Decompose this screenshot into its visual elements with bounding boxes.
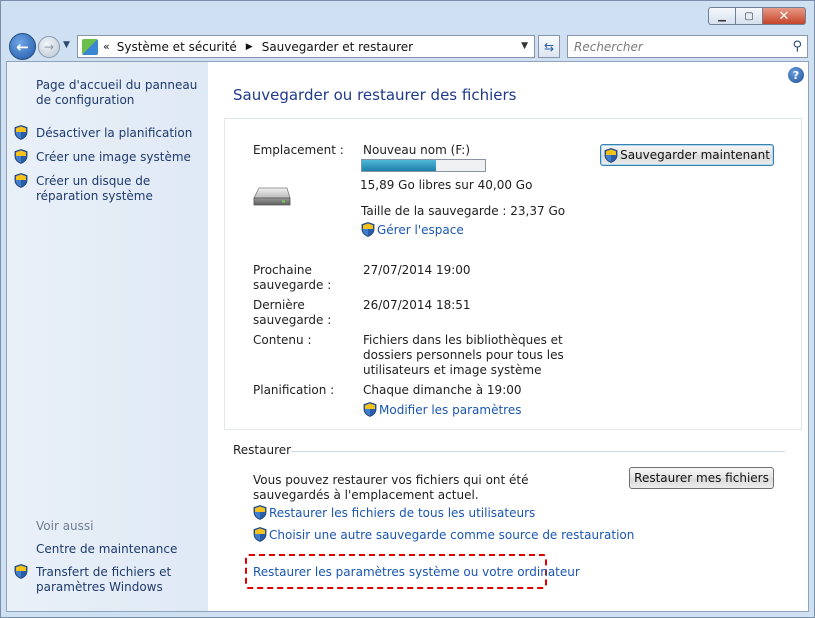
- backup-now-button[interactable]: Sauvegarder maintenant: [600, 144, 774, 166]
- close-icon: ✕: [778, 8, 790, 24]
- page-title: Sauvegarder ou restaurer des fichiers: [233, 86, 517, 104]
- shield-icon: [14, 149, 28, 164]
- address-dropdown-icon[interactable]: ▼: [521, 41, 528, 51]
- restore-description: Vous pouvez restaurer vos fichiers qui o…: [253, 473, 529, 502]
- last-backup-value: 26/07/2014 18:51: [363, 298, 471, 312]
- manage-space-link[interactable]: Gérer l'espace: [377, 223, 464, 238]
- shield-icon: [253, 505, 267, 520]
- search-input[interactable]: Rechercher ⚲: [567, 35, 808, 58]
- main-panel: ? Sauvegarder ou restaurer des fichiers …: [208, 62, 808, 611]
- restore-my-files-label: Restaurer mes fichiers: [634, 471, 769, 485]
- shield-icon: [253, 527, 267, 542]
- contents-label: Contenu :: [253, 333, 312, 347]
- contents-value: Fichiers dans les bibliothèques et dossi…: [363, 333, 564, 377]
- breadcrumb-backup-restore[interactable]: Sauvegarder et restaurer: [262, 40, 413, 54]
- restore-section-divider: [291, 451, 785, 452]
- change-settings-link[interactable]: Modifier les paramètres: [379, 403, 521, 418]
- sidebar-item-action-center[interactable]: Centre de maintenance: [36, 542, 177, 557]
- overflow-chevron-icon[interactable]: «: [103, 40, 110, 53]
- location-value: Nouveau nom (F:): [363, 143, 471, 157]
- schedule-label: Planification :: [253, 383, 335, 397]
- last-backup-label: Dernière sauvegarde :: [253, 298, 332, 327]
- search-placeholder: Rechercher: [574, 39, 643, 54]
- restore-all-users-link[interactable]: Restaurer les fichiers de tous les utili…: [269, 506, 535, 521]
- arrow-left-icon: ←: [16, 37, 29, 56]
- schedule-value: Chaque dimanche à 19:00: [363, 383, 522, 397]
- maximize-button[interactable]: ▢: [735, 7, 762, 25]
- free-space-text: 15,89 Go libres sur 40,00 Go: [360, 178, 533, 192]
- sidebar-item-create-repair-disc[interactable]: Créer un disque de réparation système: [36, 174, 201, 204]
- see-also-heading: Voir aussi: [36, 519, 94, 533]
- shield-icon: [14, 173, 28, 188]
- sidebar-item-create-system-image[interactable]: Créer une image système: [36, 150, 191, 165]
- control-panel-icon: [82, 38, 98, 55]
- close-button[interactable]: ✕: [762, 7, 806, 25]
- address-bar[interactable]: « Système et sécurité ▶ Sauvegarder et r…: [77, 35, 535, 58]
- breadcrumb-system-security[interactable]: Système et sécurité: [117, 40, 237, 54]
- restore-my-files-button[interactable]: Restaurer mes fichiers: [629, 467, 774, 489]
- sidebar-item-windows-easy-transfer[interactable]: Transfert de fichiers et paramètres Wind…: [36, 565, 186, 595]
- refresh-icon: ⇆: [543, 39, 555, 54]
- sidebar: Page d'accueil du panneau de configurati…: [7, 62, 208, 611]
- navigation-bar: ← → ▼ « Système et sécurité ▶ Sauvegarde…: [1, 32, 814, 60]
- window: ▁ ▢ ✕ ← → ▼ « Système et sécurité ▶ Sauv…: [0, 0, 815, 618]
- shield-icon: [604, 147, 618, 163]
- disk-usage-bar: [361, 159, 486, 172]
- backup-size-text: Taille de la sauvegarde : 23,37 Go: [361, 204, 566, 218]
- choose-other-backup-link[interactable]: Choisir une autre sauvegarde comme sourc…: [269, 528, 634, 543]
- chevron-down-icon: ▼: [63, 40, 70, 50]
- sidebar-item-disable-schedule[interactable]: Désactiver la planification: [36, 126, 192, 141]
- refresh-button[interactable]: ⇆: [538, 35, 560, 58]
- content-area: Page d'accueil du panneau de configurati…: [6, 61, 809, 612]
- next-backup-value: 27/07/2014 19:00: [363, 263, 471, 277]
- maximize-icon: ▢: [744, 10, 754, 22]
- search-icon[interactable]: ⚲: [792, 39, 802, 54]
- sidebar-home-link[interactable]: Page d'accueil du panneau de configurati…: [36, 78, 206, 108]
- arrow-right-icon: →: [43, 40, 55, 54]
- restore-section-title: Restaurer: [233, 443, 292, 457]
- location-label: Emplacement :: [253, 143, 344, 157]
- back-button[interactable]: ←: [9, 33, 36, 60]
- help-icon[interactable]: ?: [788, 67, 804, 83]
- backup-now-label: Sauvegarder maintenant: [620, 148, 770, 162]
- minimize-icon: ▁: [718, 10, 726, 22]
- shield-icon: [14, 564, 28, 579]
- minimize-button[interactable]: ▁: [708, 7, 735, 25]
- breadcrumb-separator-icon[interactable]: ▶: [246, 42, 253, 52]
- shield-icon: [14, 125, 28, 140]
- shield-icon: [363, 402, 377, 417]
- recent-pages-dropdown[interactable]: ▼: [63, 40, 70, 50]
- disk-usage-fill: [362, 160, 436, 171]
- hard-drive-icon: [253, 187, 291, 206]
- next-backup-label: Prochaine sauvegarde :: [253, 263, 332, 292]
- restore-system-settings-link[interactable]: Restaurer les paramètres système ou votr…: [253, 565, 580, 580]
- shield-icon: [361, 222, 375, 237]
- window-controls: ▁ ▢ ✕: [708, 7, 806, 25]
- forward-button[interactable]: →: [38, 36, 60, 58]
